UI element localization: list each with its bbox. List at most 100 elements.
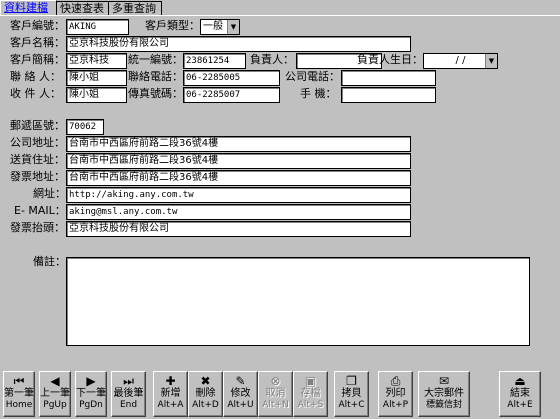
button-shortcut: Alt+E [507,400,533,410]
invoice-title-label: 發票抬頭： [10,221,65,234]
customer-type-select[interactable]: 一般 ▼ [200,19,240,35]
customer-no-field[interactable]: AKING [66,19,129,35]
button-shortcut: Alt+D [192,400,219,410]
print-button[interactable]: ⎙ 列印 Alt+P [378,371,413,417]
company-addr-label: 公司地址： [10,136,65,149]
shipping-addr-label: 送貨住址： [10,153,65,166]
shipping-addr-field[interactable]: 台南市中西區府前路二段36號4樓 [66,153,411,169]
website-field[interactable]: http://aking.any.com.tw [66,187,411,203]
button-shortcut: Home [5,400,33,410]
zip-label: 郵遞區號： [10,119,65,132]
company-addr-field[interactable]: 台南市中西區府前路二段36號4樓 [66,136,411,152]
company-phone-field[interactable] [341,70,436,86]
button-shortcut: Alt+A [157,400,184,410]
tab-divider [0,15,560,16]
owner-birthday-label: 負責人生日： [357,53,423,66]
tab-quick-lookup[interactable]: 快速查表 [56,1,110,16]
next-record-icon: ▶ [86,374,96,388]
delete-button[interactable]: ✖ 刪除 Alt+D [188,371,223,417]
next-record-button[interactable]: ▶ 下一筆 PgDn [75,371,107,417]
contact-field[interactable]: 陳小姐 [66,70,127,86]
button-shortcut: Alt+S [297,400,324,410]
copy-icon: ❐ [346,374,357,388]
tab-label: 快速查表 [60,2,104,15]
envelope-icon: ✉ [438,374,450,388]
owner-birthday-field[interactable]: / / ▼ [423,53,498,69]
edit-icon: ✎ [235,374,246,388]
tax-id-label: 統一編號： [128,53,183,66]
tab-label: 資料建檔 [4,1,48,14]
button-shortcut: PgUp [43,400,67,410]
add-button[interactable]: ✚ 新增 Alt+A [153,371,188,417]
company-phone-label: 公司電話： [285,70,340,83]
contact-label: 聯 絡 人： [10,70,61,83]
chevron-down-icon[interactable]: ▼ [485,54,497,68]
invoice-addr-label: 發票地址： [10,170,65,183]
button-label: 修改 [230,388,251,399]
short-name-field[interactable]: 亞京科技 [66,53,127,69]
tab-multi-query[interactable]: 多重查詢 [108,1,162,16]
first-record-icon: ⏮ [13,374,25,388]
print-icon: ⎙ [390,374,401,388]
last-record-button[interactable]: ⏭ 最後筆 End [111,371,146,417]
customer-name-field[interactable]: 亞京科技股份有限公司 [66,36,411,52]
email-label: E- MAIL： [14,204,66,217]
button-label: 第一筆 [4,388,34,399]
button-label: 下一筆 [76,388,106,399]
notes-textarea[interactable] [66,257,530,346]
zip-field[interactable]: 70062 [66,119,104,135]
save-icon: ▣ [304,374,317,388]
button-shortcut: Alt+N [262,400,289,410]
button-shortcut: End [119,400,138,410]
button-shortcut: Alt+U [227,400,254,410]
customer-type-label: 客戶類型： [145,19,200,32]
website-label: 網址： [33,187,66,200]
mobile-label: 手 機： [300,87,337,100]
invoice-addr-field[interactable]: 台南市中西區府前路二段36號4樓 [66,170,411,186]
save-button[interactable]: ▣ 存檔 Alt+S [293,371,328,417]
short-name-label: 客戶簡稱： [10,53,65,66]
prev-record-icon: ◀ [50,374,60,388]
button-label: 列印 [385,388,406,399]
prev-record-button[interactable]: ◀ 上一筆 PgUp [39,371,71,417]
email-field[interactable]: aking@msl.any.com.tw [66,204,411,220]
button-label: 最後筆 [113,388,144,399]
mailing-label-button[interactable]: ✉ 大宗郵件 標籤信封 [418,371,470,417]
copy-button[interactable]: ❐ 拷貝 Alt+C [334,371,369,417]
contact-phone-label: 聯絡電話： [128,70,183,83]
button-shortcut: Alt+P [382,400,409,410]
tab-label: 多重查詢 [112,2,156,15]
tax-id-field[interactable]: 23861254 [183,53,246,69]
button-label: 新增 [160,388,181,399]
tab-data-entry[interactable]: 資料建檔 [0,0,57,16]
delete-icon: ✖ [200,374,211,388]
button-shortcut: 標籤信封 [425,400,462,410]
recipient-label: 收 件 人： [10,87,61,100]
recipient-field[interactable]: 陳小姐 [66,87,127,103]
contact-phone-field[interactable]: 06-2285005 [183,70,280,86]
chevron-down-icon[interactable]: ▼ [227,20,239,34]
customer-name-label: 客戶名稱： [10,36,65,49]
customer-no-label: 客戶編號： [10,19,65,32]
first-record-button[interactable]: ⏮ 第一筆 Home [3,371,35,417]
button-label: 存檔 [300,388,321,399]
mobile-field[interactable] [341,87,436,103]
cancel-button[interactable]: ⊗ 取消 Alt+N [258,371,293,417]
cancel-icon: ⊗ [270,374,281,388]
invoice-title-field[interactable]: 亞京科技股份有限公司 [66,221,411,237]
button-label: 拷貝 [341,388,362,399]
record-toolbar: ⏮ 第一筆 Home ◀ 上一筆 PgUp ▶ 下一筆 PgDn ⏭ 最後筆 End ✚ 新增 Al… [0,370,560,419]
button-shortcut: Alt+C [338,400,365,410]
customer-type-value: 一般 [203,21,223,32]
add-icon: ✚ [165,374,176,388]
exit-icon: ⏏ [514,374,526,388]
button-label: 取消 [265,388,286,399]
button-label: 結束 [510,388,530,399]
notes-label: 備註： [33,255,66,268]
exit-button[interactable]: ⏏ 結束 Alt+E [499,371,541,417]
last-record-icon: ⏭ [123,374,134,388]
fax-field[interactable]: 06-2285007 [183,87,280,103]
button-label: 刪除 [195,388,216,399]
button-label: 上一筆 [40,388,70,399]
edit-button[interactable]: ✎ 修改 Alt+U [223,371,258,417]
